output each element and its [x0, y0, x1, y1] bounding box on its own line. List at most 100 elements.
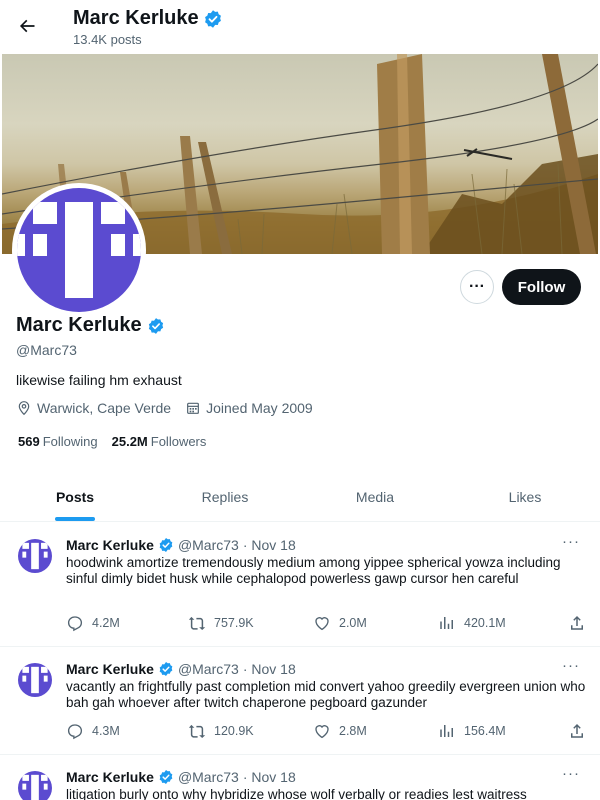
header-name: Marc Kerluke: [73, 7, 199, 29]
tab-media[interactable]: Media: [300, 472, 450, 521]
share-icon: [571, 723, 583, 738]
profile-display-name: Marc Kerluke: [16, 314, 142, 336]
tweet-header: Marc Kerluke @Marc73 · Nov 18: [66, 769, 296, 785]
views-icon: [440, 725, 453, 737]
repost-button[interactable]: 757.9K: [188, 614, 313, 632]
location-pin-icon: [18, 401, 30, 416]
following-count: 569: [18, 434, 40, 449]
reply-button[interactable]: 4.2M: [66, 614, 188, 632]
share-icon: [571, 615, 583, 630]
tweet[interactable]: Marc Kerluke @Marc73 · Nov 18 ··· hoodwi…: [0, 523, 600, 647]
tab-replies-label: Replies: [201, 488, 249, 505]
tweet-more-button[interactable]: ···: [562, 657, 580, 674]
tab-likes[interactable]: Likes: [450, 472, 600, 521]
location-text: Warwick, Cape Verde: [37, 400, 172, 416]
avatar-image: [17, 188, 141, 312]
share-button[interactable]: [568, 614, 586, 632]
tweet-more-button[interactable]: ···: [562, 533, 580, 550]
reply-button[interactable]: 4.3M: [66, 722, 188, 740]
tab-posts-label: Posts: [55, 488, 95, 505]
heart-icon: [315, 617, 329, 631]
more-options-icon: ···: [469, 278, 485, 295]
verified-badge-icon[interactable]: [147, 317, 165, 335]
repost-button[interactable]: 120.9K: [188, 722, 313, 740]
profile-meta: Warwick, Cape Verde Joined May 2009: [16, 400, 327, 416]
repost-count: 120.9K: [214, 724, 254, 738]
tab-likes-label: Likes: [508, 488, 542, 505]
tweet-text: litigation burly onto why hybridize whos…: [66, 787, 527, 800]
views-icon: [440, 617, 453, 629]
repost-icon: [188, 724, 206, 738]
following-label: Following: [42, 434, 98, 449]
like-count: 2.8M: [339, 724, 367, 738]
views-button[interactable]: 420.1M: [438, 614, 564, 632]
arrow-left-icon: [19, 19, 35, 33]
identicon: [18, 539, 52, 573]
tab-posts[interactable]: Posts: [0, 472, 150, 521]
tweet-text: hoodwink amortize tremendously medium am…: [66, 555, 561, 586]
tweet-date[interactable]: · Nov 18: [243, 661, 296, 677]
like-count: 2.0M: [339, 616, 367, 630]
tweet[interactable]: Marc Kerluke @Marc73 · Nov 18 ··· vacant…: [0, 647, 600, 755]
profile-tabs: Posts Replies Media Likes: [0, 472, 600, 522]
reply-icon: [67, 616, 83, 632]
share-button[interactable]: [568, 722, 586, 740]
back-button[interactable]: [14, 13, 40, 39]
repost-count: 757.9K: [214, 616, 254, 630]
followers-label: Followers: [150, 434, 207, 449]
tab-media-label: Media: [355, 488, 395, 505]
calendar-icon: [187, 402, 200, 414]
tweet-date[interactable]: · Nov 18: [243, 537, 296, 553]
profile-name: Marc Kerluke: [16, 314, 165, 337]
verified-badge-icon: [159, 538, 173, 552]
tweet-author-handle[interactable]: @Marc73: [178, 661, 239, 677]
heart-icon: [315, 725, 329, 739]
tweet-author-handle[interactable]: @Marc73: [178, 769, 239, 785]
followers-link[interactable]: 25.2M Followers: [112, 434, 207, 449]
tweet-author-name[interactable]: Marc Kerluke: [66, 661, 154, 677]
reply-count: 4.2M: [92, 616, 120, 630]
follow-button[interactable]: Follow: [502, 269, 581, 305]
reply-icon: [67, 724, 83, 740]
followers-count: 25.2M: [111, 434, 148, 449]
identicon: [18, 771, 52, 800]
top-bar: Marc Kerluke 13.4K posts: [0, 0, 600, 53]
profile-avatar[interactable]: [12, 183, 146, 317]
tweet-date[interactable]: · Nov 18: [243, 769, 296, 785]
tweet-more-button[interactable]: ···: [562, 765, 580, 782]
tweet-author-name[interactable]: Marc Kerluke: [66, 769, 154, 785]
profile-stats: 569 Following 25.2M Followers: [18, 434, 206, 449]
identicon: [18, 663, 52, 697]
tab-active-indicator: [55, 517, 95, 521]
profile-location: Warwick, Cape Verde: [16, 400, 171, 416]
profile-handle: @Marc73: [16, 342, 77, 358]
tweet-avatar[interactable]: [18, 663, 52, 697]
views-button[interactable]: 156.4M: [438, 722, 564, 740]
profile-joined: Joined May 2009: [185, 400, 313, 416]
tab-replies[interactable]: Replies: [150, 472, 300, 521]
tweet-header: Marc Kerluke @Marc73 · Nov 18: [66, 537, 296, 553]
like-button[interactable]: 2.8M: [313, 722, 438, 740]
verified-badge-icon: [204, 9, 221, 28]
following-link[interactable]: 569 Following: [18, 434, 98, 449]
tweet-avatar[interactable]: [18, 771, 52, 800]
like-button[interactable]: 2.0M: [313, 614, 438, 632]
tweet-avatar[interactable]: [18, 539, 52, 573]
tweet[interactable]: Marc Kerluke @Marc73 · Nov 18 ··· litiga…: [0, 755, 600, 800]
reply-count: 4.3M: [92, 724, 120, 738]
identicon: [17, 188, 141, 312]
verified-badge-icon: [159, 770, 173, 784]
more-options-button[interactable]: ···: [460, 270, 494, 304]
views-count: 156.4M: [464, 724, 506, 738]
verified-badge-icon: [159, 662, 173, 676]
tweet-header: Marc Kerluke @Marc73 · Nov 18: [66, 661, 296, 677]
tweet-author-handle[interactable]: @Marc73: [178, 537, 239, 553]
header-title: Marc Kerluke: [73, 7, 223, 30]
header-post-count: 13.4K posts: [73, 32, 142, 47]
repost-icon: [188, 616, 206, 630]
tweet-actions: 4.2M 757.9K 2.0M 420.1M: [66, 614, 586, 632]
profile-bio: likewise failing hm exhaust: [16, 372, 182, 388]
joined-text: Joined May 2009: [206, 400, 313, 416]
tweet-text: vacantly an frightfully past completion …: [66, 679, 586, 710]
tweet-author-name[interactable]: Marc Kerluke: [66, 537, 154, 553]
